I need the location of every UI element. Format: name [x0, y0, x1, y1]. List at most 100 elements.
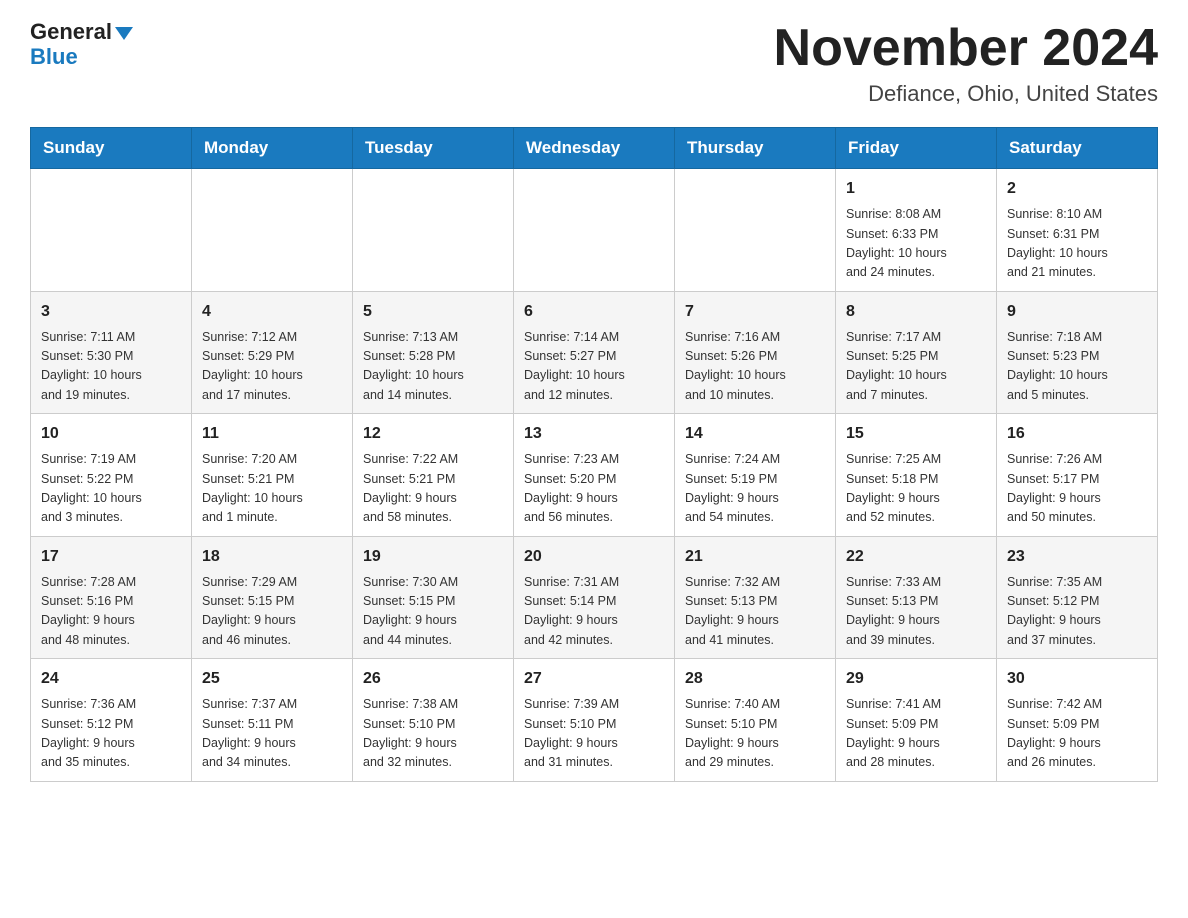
calendar-cell: 23 Sunrise: 7:35 AM Sunset: 5:12 PM Dayli… [997, 536, 1158, 659]
day-info: Sunrise: 7:25 AM Sunset: 5:18 PM Dayligh… [846, 450, 986, 528]
day-number: 11 [202, 422, 342, 446]
day-info: Sunrise: 7:31 AM Sunset: 5:14 PM Dayligh… [524, 573, 664, 651]
col-monday: Monday [192, 128, 353, 169]
day-number: 30 [1007, 667, 1147, 691]
day-info: Sunrise: 7:40 AM Sunset: 5:10 PM Dayligh… [685, 695, 825, 773]
day-number: 5 [363, 300, 503, 324]
calendar-cell [514, 169, 675, 292]
col-tuesday: Tuesday [353, 128, 514, 169]
day-info: Sunrise: 7:28 AM Sunset: 5:16 PM Dayligh… [41, 573, 181, 651]
day-info: Sunrise: 7:12 AM Sunset: 5:29 PM Dayligh… [202, 328, 342, 406]
day-info: Sunrise: 7:29 AM Sunset: 5:15 PM Dayligh… [202, 573, 342, 651]
calendar-cell [675, 169, 836, 292]
calendar-row-5: 24 Sunrise: 7:36 AM Sunset: 5:12 PM Dayli… [31, 659, 1158, 782]
day-info: Sunrise: 7:33 AM Sunset: 5:13 PM Dayligh… [846, 573, 986, 651]
calendar-cell: 15 Sunrise: 7:25 AM Sunset: 5:18 PM Dayli… [836, 414, 997, 537]
day-info: Sunrise: 7:36 AM Sunset: 5:12 PM Dayligh… [41, 695, 181, 773]
calendar-cell: 6Sunrise: 7:14 AM Sunset: 5:27 PM Daylig… [514, 291, 675, 414]
calendar-cell: 14 Sunrise: 7:24 AM Sunset: 5:19 PM Dayli… [675, 414, 836, 537]
day-number: 25 [202, 667, 342, 691]
calendar-cell: 21 Sunrise: 7:32 AM Sunset: 5:13 PM Dayli… [675, 536, 836, 659]
calendar-cell: 3 Sunrise: 7:11 AM Sunset: 5:30 PM Daylig… [31, 291, 192, 414]
day-number: 19 [363, 545, 503, 569]
calendar-cell: 5 Sunrise: 7:13 AM Sunset: 5:28 PM Daylig… [353, 291, 514, 414]
day-info: Sunrise: 7:39 AM Sunset: 5:10 PM Dayligh… [524, 695, 664, 773]
day-info: Sunrise: 7:30 AM Sunset: 5:15 PM Dayligh… [363, 573, 503, 651]
col-thursday: Thursday [675, 128, 836, 169]
day-info: Sunrise: 7:26 AM Sunset: 5:17 PM Dayligh… [1007, 450, 1147, 528]
day-number: 1 [846, 177, 986, 201]
calendar-cell: 8Sunrise: 7:17 AM Sunset: 5:25 PM Daylig… [836, 291, 997, 414]
day-info: Sunrise: 7:24 AM Sunset: 5:19 PM Dayligh… [685, 450, 825, 528]
calendar-row-1: 1Sunrise: 8:08 AM Sunset: 6:33 PM Daylig… [31, 169, 1158, 292]
day-info: Sunrise: 7:42 AM Sunset: 5:09 PM Dayligh… [1007, 695, 1147, 773]
calendar-cell: 4 Sunrise: 7:12 AM Sunset: 5:29 PM Daylig… [192, 291, 353, 414]
day-number: 29 [846, 667, 986, 691]
calendar-cell: 7 Sunrise: 7:16 AM Sunset: 5:26 PM Daylig… [675, 291, 836, 414]
day-number: 24 [41, 667, 181, 691]
day-info: Sunrise: 8:10 AM Sunset: 6:31 PM Dayligh… [1007, 205, 1147, 283]
day-number: 10 [41, 422, 181, 446]
day-number: 26 [363, 667, 503, 691]
calendar-row-4: 17 Sunrise: 7:28 AM Sunset: 5:16 PM Dayli… [31, 536, 1158, 659]
day-info: Sunrise: 7:35 AM Sunset: 5:12 PM Dayligh… [1007, 573, 1147, 651]
day-number: 14 [685, 422, 825, 446]
day-number: 7 [685, 300, 825, 324]
calendar-cell: 13 Sunrise: 7:23 AM Sunset: 5:20 PM Dayli… [514, 414, 675, 537]
calendar-header-row: Sunday Monday Tuesday Wednesday Thursday… [31, 128, 1158, 169]
day-number: 22 [846, 545, 986, 569]
day-info: Sunrise: 7:22 AM Sunset: 5:21 PM Dayligh… [363, 450, 503, 528]
calendar-cell: 2 Sunrise: 8:10 AM Sunset: 6:31 PM Daylig… [997, 169, 1158, 292]
day-number: 15 [846, 422, 986, 446]
calendar-cell: 11Sunrise: 7:20 AM Sunset: 5:21 PM Dayli… [192, 414, 353, 537]
calendar-cell: 1Sunrise: 8:08 AM Sunset: 6:33 PM Daylig… [836, 169, 997, 292]
calendar-cell: 17 Sunrise: 7:28 AM Sunset: 5:16 PM Dayli… [31, 536, 192, 659]
calendar-cell: 19 Sunrise: 7:30 AM Sunset: 5:15 PM Dayli… [353, 536, 514, 659]
day-number: 6 [524, 300, 664, 324]
col-friday: Friday [836, 128, 997, 169]
day-number: 17 [41, 545, 181, 569]
day-info: Sunrise: 7:41 AM Sunset: 5:09 PM Dayligh… [846, 695, 986, 773]
day-number: 9 [1007, 300, 1147, 324]
day-info: Sunrise: 7:11 AM Sunset: 5:30 PM Dayligh… [41, 328, 181, 406]
day-number: 21 [685, 545, 825, 569]
day-number: 27 [524, 667, 664, 691]
calendar-cell: 24 Sunrise: 7:36 AM Sunset: 5:12 PM Dayli… [31, 659, 192, 782]
day-number: 16 [1007, 422, 1147, 446]
day-number: 2 [1007, 177, 1147, 201]
calendar-table: Sunday Monday Tuesday Wednesday Thursday… [30, 127, 1158, 782]
day-info: Sunrise: 7:38 AM Sunset: 5:10 PM Dayligh… [363, 695, 503, 773]
logo: General Blue [30, 20, 133, 70]
day-number: 18 [202, 545, 342, 569]
day-number: 13 [524, 422, 664, 446]
day-number: 3 [41, 300, 181, 324]
calendar-cell: 10 Sunrise: 7:19 AM Sunset: 5:22 PM Dayli… [31, 414, 192, 537]
title-area: November 2024 Defiance, Ohio, United Sta… [774, 20, 1158, 107]
calendar-cell: 30 Sunrise: 7:42 AM Sunset: 5:09 PM Dayli… [997, 659, 1158, 782]
calendar-cell: 28 Sunrise: 7:40 AM Sunset: 5:10 PM Dayli… [675, 659, 836, 782]
calendar-cell: 25 Sunrise: 7:37 AM Sunset: 5:11 PM Dayli… [192, 659, 353, 782]
col-saturday: Saturday [997, 128, 1158, 169]
day-number: 23 [1007, 545, 1147, 569]
day-info: Sunrise: 7:32 AM Sunset: 5:13 PM Dayligh… [685, 573, 825, 651]
calendar-cell: 16 Sunrise: 7:26 AM Sunset: 5:17 PM Dayli… [997, 414, 1158, 537]
calendar-cell: 12 Sunrise: 7:22 AM Sunset: 5:21 PM Dayli… [353, 414, 514, 537]
calendar-cell: 9Sunrise: 7:18 AM Sunset: 5:23 PM Daylig… [997, 291, 1158, 414]
month-title: November 2024 [774, 20, 1158, 77]
day-number: 12 [363, 422, 503, 446]
day-info: Sunrise: 7:16 AM Sunset: 5:26 PM Dayligh… [685, 328, 825, 406]
day-number: 4 [202, 300, 342, 324]
col-wednesday: Wednesday [514, 128, 675, 169]
calendar-cell [192, 169, 353, 292]
calendar-cell: 27 Sunrise: 7:39 AM Sunset: 5:10 PM Dayli… [514, 659, 675, 782]
logo-line2: Blue [30, 44, 78, 70]
day-number: 28 [685, 667, 825, 691]
day-info: Sunrise: 7:19 AM Sunset: 5:22 PM Dayligh… [41, 450, 181, 528]
calendar-cell: 20Sunrise: 7:31 AM Sunset: 5:14 PM Dayli… [514, 536, 675, 659]
day-info: Sunrise: 7:37 AM Sunset: 5:11 PM Dayligh… [202, 695, 342, 773]
calendar-cell: 22 Sunrise: 7:33 AM Sunset: 5:13 PM Dayli… [836, 536, 997, 659]
calendar-row-3: 10 Sunrise: 7:19 AM Sunset: 5:22 PM Dayli… [31, 414, 1158, 537]
day-info: Sunrise: 7:23 AM Sunset: 5:20 PM Dayligh… [524, 450, 664, 528]
calendar-cell: 18 Sunrise: 7:29 AM Sunset: 5:15 PM Dayli… [192, 536, 353, 659]
day-info: Sunrise: 7:13 AM Sunset: 5:28 PM Dayligh… [363, 328, 503, 406]
